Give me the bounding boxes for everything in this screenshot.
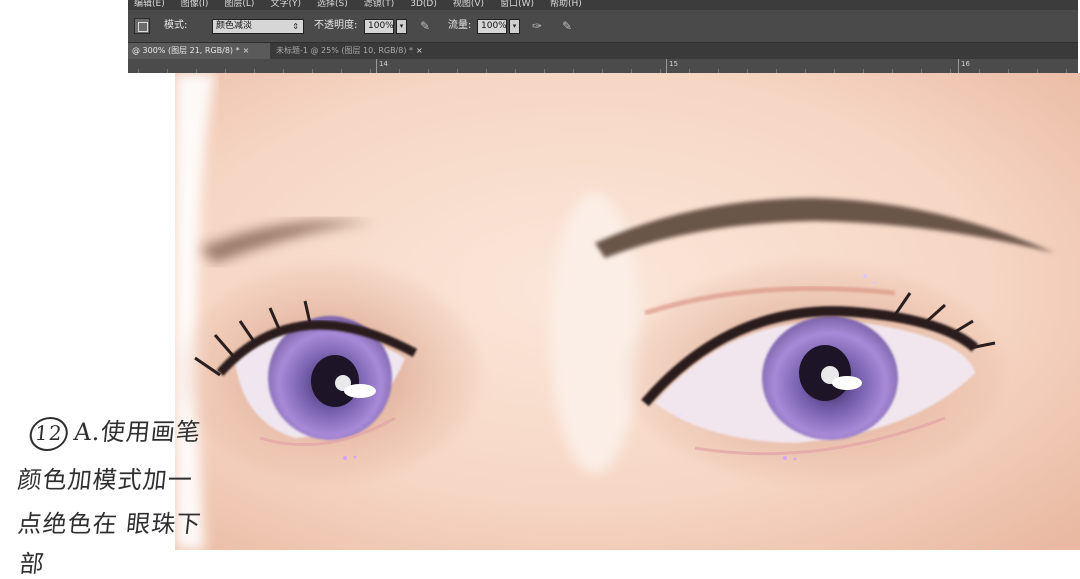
document-tabs: @ 300% (图层 21, RGB/8) * × 未标题-1 @ 25% (图层… [128, 43, 1078, 59]
menu-bar: 编辑(E) 图像(I) 图层(L) 文字(Y) 选择(S) 滤镜(T) 3D(D… [128, 0, 1078, 10]
flow-label: 流量: [448, 20, 472, 31]
ruler-major-tick [666, 59, 667, 73]
menu-3d[interactable]: 3D(D) [410, 0, 437, 9]
handwritten-note: 12 A.使用画笔 颜色加模式加一 点绝色在 眼珠下 部 [16, 412, 228, 578]
flow-dropdown-icon[interactable]: ▾ [509, 19, 520, 34]
menu-help[interactable]: 帮助(H) [550, 0, 582, 9]
horizontal-ruler: 14 15 16 [128, 59, 1078, 73]
note-line-4: 部 [18, 550, 47, 578]
ruler-label-15: 15 [669, 60, 678, 68]
menu-type[interactable]: 文字(Y) [270, 0, 301, 9]
tab-document-2[interactable]: 未标题-1 @ 25% (图层 10, RGB/8) * × [272, 43, 452, 59]
menu-window[interactable]: 窗口(W) [500, 0, 534, 9]
eye-painting [175, 73, 1080, 550]
brush-preset-icon[interactable] [134, 18, 150, 34]
menu-image[interactable]: 图像(I) [181, 0, 209, 9]
close-icon[interactable]: × [243, 46, 250, 55]
note-text-1: A.使用画笔 [72, 418, 203, 446]
ruler-label-14: 14 [379, 60, 388, 68]
opacity-label: 不透明度: [314, 20, 358, 31]
tab-document-1[interactable]: @ 300% (图层 21, RGB/8) * × [128, 43, 270, 59]
ruler-minor-tick [138, 69, 139, 73]
tab-label: 未标题-1 @ 25% (图层 10, RGB/8) * [276, 46, 414, 55]
pressure-size-icon[interactable]: ✎ [560, 19, 574, 33]
photoshop-window: 编辑(E) 图像(I) 图层(L) 文字(Y) 选择(S) 滤镜(T) 3D(D… [128, 0, 1078, 73]
pressure-opacity-icon[interactable]: ✎ [418, 19, 432, 33]
tab-label: @ 300% (图层 21, RGB/8) * [132, 46, 240, 55]
note-line-1: 12 A.使用画笔 [27, 412, 203, 451]
ruler-minor-tick [167, 69, 168, 73]
note-line-3: 点绝色在 眼珠下 [16, 510, 203, 538]
mode-label: 模式: [164, 20, 188, 31]
opacity-input[interactable]: 100% [364, 19, 394, 34]
options-bar: 模式: 颜色减淡 ⇕ 不透明度: 100% ▾ ✎ 流量: 100% ▾ ✑ ✎ [128, 10, 1078, 43]
ruler-major-tick [958, 59, 959, 73]
note-line-2: 颜色加模式加一 [16, 466, 195, 494]
airbrush-icon[interactable]: ✑ [530, 19, 544, 33]
blend-mode-value: 颜色减淡 [216, 21, 253, 31]
menu-select[interactable]: 选择(S) [317, 0, 348, 9]
blend-mode-select[interactable]: 颜色减淡 ⇕ [212, 19, 304, 34]
step-number: 12 [27, 417, 70, 451]
menu-edit[interactable]: 编辑(E) [134, 0, 165, 9]
menu-view[interactable]: 视图(V) [453, 0, 484, 9]
chevron-updown-icon: ⇕ [292, 22, 299, 31]
flow-input[interactable]: 100% [477, 19, 507, 34]
menu-filter[interactable]: 滤镜(T) [364, 0, 395, 9]
opacity-dropdown-icon[interactable]: ▾ [396, 19, 407, 34]
ruler-label-16: 16 [961, 60, 970, 68]
menu-layer[interactable]: 图层(L) [224, 0, 254, 9]
document-canvas[interactable] [175, 73, 1080, 550]
ruler-major-tick [376, 59, 377, 73]
close-icon[interactable]: × [416, 46, 423, 55]
